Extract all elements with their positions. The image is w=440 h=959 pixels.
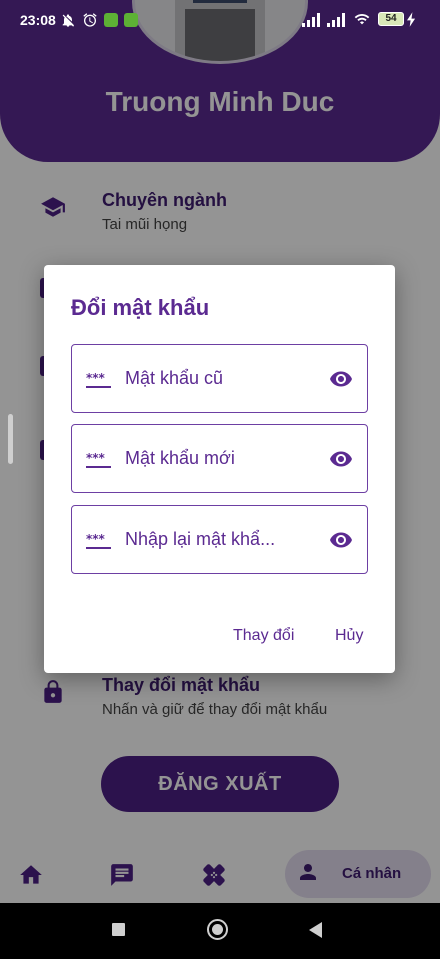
eye-icon[interactable] [327, 528, 355, 552]
recents-button[interactable] [112, 923, 125, 936]
app-notification-icon [104, 13, 118, 27]
signal-icon [302, 13, 320, 27]
eye-icon[interactable] [327, 367, 355, 391]
alarm-icon [83, 13, 97, 27]
old-password-input[interactable] [125, 345, 320, 412]
new-password-field[interactable]: *** [71, 424, 368, 493]
cancel-button[interactable]: Hủy [335, 627, 363, 645]
notifications-off-icon [62, 14, 74, 27]
status-time: 23:08 [20, 12, 56, 28]
signal-icon [327, 13, 345, 27]
password-icon: *** [86, 371, 111, 388]
edge-swipe-handle[interactable] [8, 414, 13, 464]
svg-text:***: *** [86, 451, 106, 465]
confirm-password-input[interactable] [125, 506, 320, 573]
new-password-input[interactable] [125, 425, 320, 492]
change-password-dialog: Đổi mật khẩu *** *** *** Thay đổi Hủy [44, 265, 395, 673]
password-icon: *** [86, 532, 111, 549]
home-button[interactable] [207, 919, 228, 940]
svg-text:***: *** [86, 371, 106, 385]
svg-text:***: *** [86, 532, 106, 546]
eye-icon[interactable] [327, 447, 355, 471]
old-password-field[interactable]: *** [71, 344, 368, 413]
system-nav-bar [0, 903, 440, 959]
back-button[interactable] [309, 922, 323, 938]
charging-icon [407, 12, 416, 27]
status-bar: 23:08 54 [0, 0, 440, 38]
password-icon: *** [86, 451, 111, 468]
dialog-title: Đổi mật khẩu [71, 295, 210, 320]
wifi-icon [354, 13, 370, 25]
battery-icon: 54 [378, 12, 404, 26]
confirm-change-button[interactable]: Thay đổi [233, 627, 294, 645]
app-notification-icon [124, 13, 138, 27]
confirm-password-field[interactable]: *** [71, 505, 368, 574]
